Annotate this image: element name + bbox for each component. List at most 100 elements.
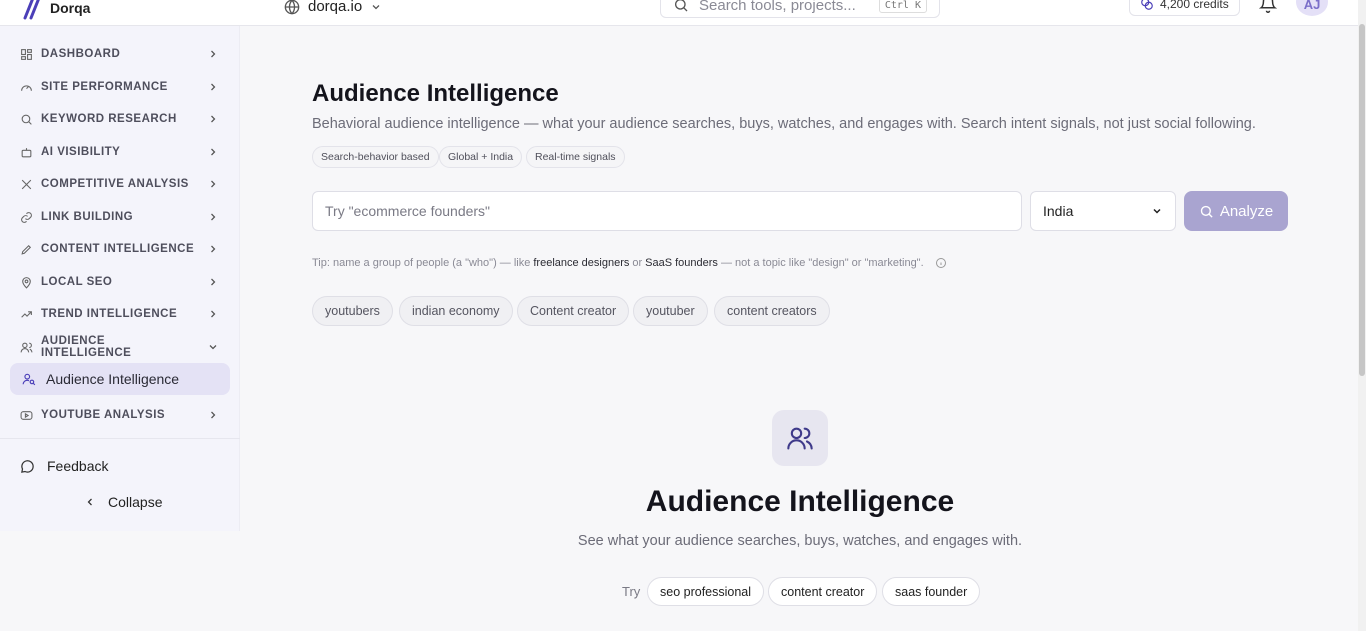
global-search[interactable]: Search tools, projects... Ctrl K — [660, 0, 940, 18]
sidebar-item-audience-intelligence[interactable]: AUDIENCE INTELLIGENCE — [10, 332, 230, 362]
empty-state-subtitle: See what your audience searches, buys, w… — [577, 533, 1023, 549]
sidebar: DASHBOARD SITE PERFORMANCE KEYWORD RESEA… — [0, 26, 240, 531]
empty-state-icon-box — [772, 410, 828, 466]
sidebar-item-label: COMPETITIVE ANALYSIS — [41, 178, 189, 190]
chevron-right-icon — [211, 83, 216, 91]
sidebar-item-competitive-analysis[interactable]: COMPETITIVE ANALYSIS — [10, 169, 230, 199]
sidebar-item-label: TREND INTELLIGENCE — [41, 308, 178, 320]
chevron-right-icon — [211, 310, 216, 318]
sidebar-item-label: SITE PERFORMANCE — [41, 81, 168, 93]
sidebar-item-youtube-analysis[interactable]: YOUTUBE ANALYSIS — [10, 400, 230, 430]
sidebar-item-content-intelligence[interactable]: CONTENT INTELLIGENCE — [10, 234, 230, 264]
recent-search-chip[interactable]: youtuber — [633, 296, 708, 326]
brand-logo[interactable]: Dorqa — [22, 0, 90, 20]
audience-query-input[interactable] — [312, 191, 1022, 231]
tip-example: SaaS founders — [645, 257, 718, 269]
sidebar-item-ai-visibility[interactable]: AI VISIBILITY — [10, 137, 230, 167]
chevron-right-icon — [211, 115, 216, 123]
sidebar-subitem-audience-intelligence[interactable]: Audience Intelligence — [10, 363, 230, 395]
feedback-label: Feedback — [47, 458, 109, 474]
sidebar-item-label: KEYWORD RESEARCH — [41, 113, 177, 125]
analyze-label: Analyze — [1219, 202, 1274, 220]
try-label: Try — [622, 584, 641, 599]
avatar-initials: AJ — [1303, 0, 1321, 12]
logo-icon — [23, 0, 40, 20]
info-icon[interactable] — [935, 257, 947, 269]
site-name: dorqa.io — [308, 0, 363, 15]
sidebar-item-link-building[interactable]: LINK BUILDING — [10, 202, 230, 232]
try-example-chip[interactable]: saas founder — [882, 577, 981, 606]
users-icon — [20, 342, 33, 352]
globe-icon — [284, 0, 300, 14]
sidebar-item-label: AUDIENCE INTELLIGENCE — [41, 335, 132, 359]
feature-chip: Search-behavior based — [312, 146, 439, 168]
search-icon — [21, 114, 32, 125]
credits-badge[interactable]: 4,200 credits — [1129, 0, 1240, 16]
sidebar-item-local-seo[interactable]: LOCAL SEO — [10, 267, 230, 297]
user-avatar[interactable]: AJ — [1296, 0, 1328, 16]
search-icon — [1200, 205, 1213, 218]
sidebar-item-label: LINK BUILDING — [41, 211, 134, 223]
sidebar-item-label: CONTENT INTELLIGENCE — [41, 243, 195, 255]
chevron-right-icon — [211, 245, 216, 253]
analyze-button[interactable]: Analyze — [1184, 191, 1288, 231]
try-example-chip[interactable]: seo professional — [647, 577, 765, 606]
brand-name: Dorqa — [50, 0, 91, 16]
users-icon — [787, 427, 813, 450]
tip-part: Tip: name a group of people (a "who") — … — [312, 257, 531, 269]
youtube-icon — [20, 410, 33, 420]
country-value: India — [1043, 203, 1074, 219]
sidebar-item-keyword-research[interactable]: KEYWORD RESEARCH — [10, 104, 230, 134]
gauge-icon — [21, 84, 32, 91]
feature-chip: Real-time signals — [526, 146, 625, 168]
tip-example: freelance designers — [533, 257, 630, 269]
sidebar-item-trend-intelligence[interactable]: TREND INTELLIGENCE — [10, 299, 230, 329]
recent-search-chip[interactable]: Content creator — [517, 296, 630, 326]
sidebar-item-site-performance[interactable]: SITE PERFORMANCE — [10, 72, 230, 102]
try-example-chip[interactable]: content creator — [768, 577, 878, 606]
chevron-right-icon — [211, 50, 216, 58]
sidebar-item-label: LOCAL SEO — [41, 276, 113, 288]
map-pin-icon — [22, 276, 31, 289]
notification-bell-icon[interactable] — [1259, 0, 1277, 13]
scrollbar-thumb[interactable] — [1359, 24, 1365, 376]
grid-icon — [21, 48, 32, 60]
chevron-right-icon — [211, 411, 216, 419]
recent-search-chip[interactable]: indian economy — [399, 296, 513, 326]
recent-search-chip[interactable]: youtubers — [312, 296, 393, 326]
sidebar-item-label: YOUTUBE ANALYSIS — [41, 409, 166, 421]
site-switcher[interactable]: dorqa.io — [284, 0, 382, 15]
feature-chip: Global + India — [439, 146, 523, 168]
chevron-down-icon — [209, 345, 217, 350]
chevron-right-icon — [211, 180, 216, 188]
tip-part: — not a topic like "design" or "marketin… — [720, 257, 924, 269]
page-title: Audience Intelligence — [312, 80, 559, 107]
country-select[interactable]: India — [1030, 191, 1176, 231]
tip-part: or — [632, 257, 643, 269]
sidebar-item-label: AI VISIBILITY — [41, 146, 121, 158]
trending-up-icon — [21, 310, 32, 318]
chevron-right-icon — [211, 213, 216, 221]
sidebar-item-dashboard[interactable]: DASHBOARD — [10, 39, 230, 69]
search-placeholder: Search tools, projects... — [699, 0, 856, 14]
recent-search-chip[interactable]: content creators — [714, 296, 830, 326]
chevron-right-icon — [211, 148, 216, 156]
message-circle-icon — [21, 459, 34, 473]
credits-value: 4,200 credits — [1160, 0, 1229, 11]
robot-icon — [21, 147, 32, 157]
sidebar-divider — [0, 438, 240, 439]
page-scrollbar[interactable] — [1358, 0, 1366, 631]
swords-icon — [21, 179, 32, 189]
user-search-icon — [22, 373, 36, 386]
coins-icon — [1141, 0, 1153, 10]
chevron-down-icon — [1153, 208, 1161, 214]
feedback-button[interactable]: Feedback — [20, 458, 108, 474]
tip-text: Tip: name a group of people (a "who") — … — [312, 257, 947, 269]
search-icon — [675, 0, 688, 12]
pen-icon — [21, 244, 32, 255]
sidebar-item-label: DASHBOARD — [41, 48, 121, 60]
page-subtitle: Behavioral audience intelligence — what … — [312, 116, 1256, 132]
chevron-right-icon — [211, 278, 216, 286]
empty-state-title: Audience Intelligence — [645, 485, 955, 518]
sidebar-subitem-label: Audience Intelligence — [46, 371, 180, 387]
